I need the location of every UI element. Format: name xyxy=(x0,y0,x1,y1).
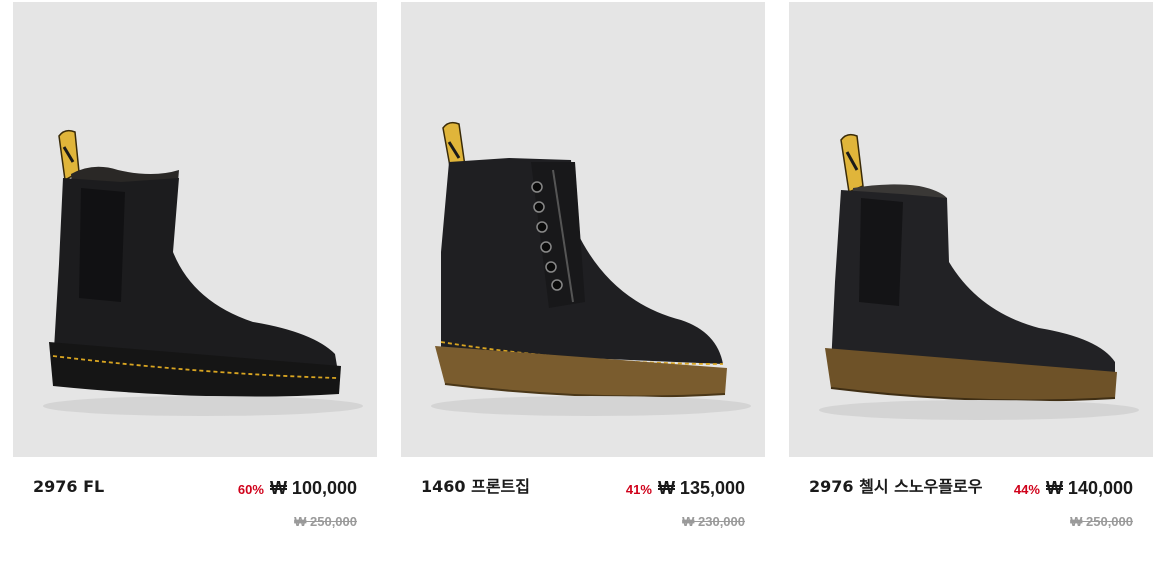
product-image[interactable] xyxy=(789,2,1153,457)
product-name[interactable]: 2976 FL xyxy=(33,476,213,498)
sale-price: ₩ 135,000 xyxy=(657,478,745,498)
chelsea-boot-fur-lined-icon xyxy=(43,129,363,416)
original-price: ₩ 250,000 xyxy=(294,514,357,529)
product-info: 2976 첼시 스노우플로우 44% ₩ 140,000 ₩ 250,000 xyxy=(789,472,1153,542)
product-name[interactable]: 1460 프론트집 xyxy=(421,476,601,498)
product-image[interactable] xyxy=(13,2,377,457)
product-grid: 2976 FL 60% ₩ 100,000 ₩ 250,000 1460 프론트… xyxy=(13,2,1153,562)
price-line: 44% ₩ 140,000 xyxy=(1014,478,1133,499)
discount-rate: 44% xyxy=(1013,482,1040,497)
sale-price: ₩ 100,000 xyxy=(269,478,357,498)
discount-rate: 60% xyxy=(237,482,264,497)
product-image[interactable] xyxy=(401,2,765,457)
price-line: 41% ₩ 135,000 xyxy=(626,478,745,499)
product-card[interactable]: 2976 첼시 스노우플로우 44% ₩ 140,000 ₩ 250,000 xyxy=(789,2,1153,542)
product-info: 1460 프론트집 41% ₩ 135,000 ₩ 230,000 xyxy=(401,472,765,542)
chelsea-boot-snowplow-icon xyxy=(819,133,1139,420)
product-name[interactable]: 2976 첼시 스노우플로우 xyxy=(809,476,989,498)
product-card[interactable]: 2976 FL 60% ₩ 100,000 ₩ 250,000 xyxy=(13,2,377,542)
original-price: ₩ 250,000 xyxy=(1070,514,1133,529)
original-price: ₩ 230,000 xyxy=(682,514,745,529)
sale-price: ₩ 140,000 xyxy=(1045,478,1133,498)
price-line: 60% ₩ 100,000 xyxy=(238,478,357,499)
discount-rate: 41% xyxy=(625,482,652,497)
lace-up-boot-front-zip-icon xyxy=(431,121,751,416)
product-info: 2976 FL 60% ₩ 100,000 ₩ 250,000 xyxy=(13,472,377,542)
product-card[interactable]: 1460 프론트집 41% ₩ 135,000 ₩ 230,000 xyxy=(401,2,765,542)
